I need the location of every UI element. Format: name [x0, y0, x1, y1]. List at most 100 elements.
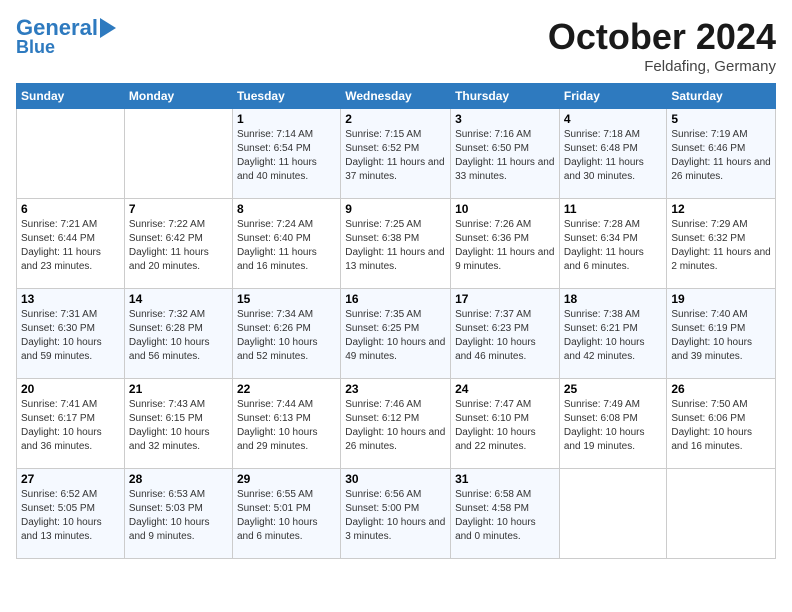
day-info: Sunrise: 7:25 AM Sunset: 6:38 PM Dayligh…: [345, 218, 446, 274]
calendar-cell: [667, 469, 776, 559]
calendar-cell: 15 Sunrise: 7:34 AM Sunset: 6:26 PM Dayli…: [232, 289, 340, 379]
day-number: 6: [21, 202, 120, 216]
day-info: Sunrise: 6:56 AM Sunset: 5:00 PM Dayligh…: [345, 488, 446, 544]
day-number: 29: [237, 472, 336, 486]
day-info: Sunrise: 7:19 AM Sunset: 6:46 PM Dayligh…: [671, 128, 771, 184]
day-number: 20: [21, 382, 120, 396]
calendar-cell: 8Sunrise: 7:24 AM Sunset: 6:40 PM Daylig…: [232, 199, 340, 289]
calendar-cell: 6 Sunrise: 7:21 AM Sunset: 6:44 PM Daylig…: [17, 199, 125, 289]
weekday-header-thursday: Thursday: [451, 84, 560, 109]
weekday-header-sunday: Sunday: [17, 84, 125, 109]
calendar-cell: 1 Sunrise: 7:14 AM Sunset: 6:54 PM Daylig…: [232, 109, 340, 199]
day-info: Sunrise: 7:37 AM Sunset: 6:23 PM Dayligh…: [455, 308, 555, 364]
day-number: 30: [345, 472, 446, 486]
day-info: Sunrise: 7:38 AM Sunset: 6:21 PM Dayligh…: [564, 308, 663, 364]
day-info: Sunrise: 7:46 AM Sunset: 6:12 PM Dayligh…: [345, 398, 446, 454]
calendar-cell: [17, 109, 125, 199]
weekday-header-wednesday: Wednesday: [341, 84, 451, 109]
day-number: 9: [345, 202, 446, 216]
day-info: Sunrise: 7:22 AM Sunset: 6:42 PM Dayligh…: [129, 218, 228, 274]
day-info: Sunrise: 7:31 AM Sunset: 6:30 PM Dayligh…: [21, 308, 120, 364]
calendar-cell: 28Sunrise: 6:53 AM Sunset: 5:03 PM Dayli…: [124, 469, 232, 559]
calendar-cell: 21 Sunrise: 7:43 AM Sunset: 6:15 PM Dayli…: [124, 379, 232, 469]
calendar-table: SundayMondayTuesdayWednesdayThursdayFrid…: [16, 83, 776, 559]
calendar-cell: [124, 109, 232, 199]
day-number: 23: [345, 382, 446, 396]
day-number: 2: [345, 112, 446, 126]
day-info: Sunrise: 7:49 AM Sunset: 6:08 PM Dayligh…: [564, 398, 663, 454]
day-number: 24: [455, 382, 555, 396]
calendar-cell: 5Sunrise: 7:19 AM Sunset: 6:46 PM Daylig…: [667, 109, 776, 199]
day-info: Sunrise: 7:34 AM Sunset: 6:26 PM Dayligh…: [237, 308, 336, 364]
calendar-cell: 23 Sunrise: 7:46 AM Sunset: 6:12 PM Dayli…: [341, 379, 451, 469]
day-info: Sunrise: 7:40 AM Sunset: 6:19 PM Dayligh…: [671, 308, 771, 364]
calendar-cell: 2 Sunrise: 7:15 AM Sunset: 6:52 PM Daylig…: [341, 109, 451, 199]
calendar-cell: 22 Sunrise: 7:44 AM Sunset: 6:13 PM Dayli…: [232, 379, 340, 469]
day-info: Sunrise: 7:47 AM Sunset: 6:10 PM Dayligh…: [455, 398, 555, 454]
day-number: 7: [129, 202, 228, 216]
page-header: General Blue October 2024 Feldafing, Ger…: [16, 16, 776, 75]
calendar-cell: 31Sunrise: 6:58 AM Sunset: 4:58 PM Dayli…: [451, 469, 560, 559]
day-info: Sunrise: 7:21 AM Sunset: 6:44 PM Dayligh…: [21, 218, 120, 274]
calendar-cell: 9 Sunrise: 7:25 AM Sunset: 6:38 PM Daylig…: [341, 199, 451, 289]
calendar-cell: 16 Sunrise: 7:35 AM Sunset: 6:25 PM Dayli…: [341, 289, 451, 379]
calendar-cell: 12Sunrise: 7:29 AM Sunset: 6:32 PM Dayli…: [667, 199, 776, 289]
calendar-cell: 19 Sunrise: 7:40 AM Sunset: 6:19 PM Dayli…: [667, 289, 776, 379]
day-number: 21: [129, 382, 228, 396]
day-number: 18: [564, 292, 663, 306]
day-info: Sunrise: 7:50 AM Sunset: 6:06 PM Dayligh…: [671, 398, 771, 454]
calendar-cell: 13 Sunrise: 7:31 AM Sunset: 6:30 PM Dayli…: [17, 289, 125, 379]
day-number: 22: [237, 382, 336, 396]
weekday-header-friday: Friday: [559, 84, 667, 109]
day-info: Sunrise: 7:43 AM Sunset: 6:15 PM Dayligh…: [129, 398, 228, 454]
day-number: 4: [564, 112, 663, 126]
day-info: Sunrise: 7:14 AM Sunset: 6:54 PM Dayligh…: [237, 128, 336, 184]
calendar-cell: 14 Sunrise: 7:32 AM Sunset: 6:28 PM Dayli…: [124, 289, 232, 379]
day-number: 1: [237, 112, 336, 126]
day-number: 11: [564, 202, 663, 216]
day-info: Sunrise: 7:15 AM Sunset: 6:52 PM Dayligh…: [345, 128, 446, 184]
calendar-cell: 18 Sunrise: 7:38 AM Sunset: 6:21 PM Dayli…: [559, 289, 667, 379]
day-number: 3: [455, 112, 555, 126]
calendar-cell: 24 Sunrise: 7:47 AM Sunset: 6:10 PM Dayli…: [451, 379, 560, 469]
calendar-cell: 7 Sunrise: 7:22 AM Sunset: 6:42 PM Daylig…: [124, 199, 232, 289]
logo: General Blue: [16, 16, 116, 58]
day-info: Sunrise: 7:26 AM Sunset: 6:36 PM Dayligh…: [455, 218, 555, 274]
day-number: 25: [564, 382, 663, 396]
logo-arrow-icon: [100, 18, 116, 38]
calendar-cell: 11 Sunrise: 7:28 AM Sunset: 6:34 PM Dayli…: [559, 199, 667, 289]
day-info: Sunrise: 7:41 AM Sunset: 6:17 PM Dayligh…: [21, 398, 120, 454]
day-info: Sunrise: 7:24 AM Sunset: 6:40 PM Dayligh…: [237, 218, 336, 274]
day-number: 26: [671, 382, 771, 396]
day-info: Sunrise: 7:35 AM Sunset: 6:25 PM Dayligh…: [345, 308, 446, 364]
day-info: Sunrise: 7:44 AM Sunset: 6:13 PM Dayligh…: [237, 398, 336, 454]
day-number: 28: [129, 472, 228, 486]
day-info: Sunrise: 6:55 AM Sunset: 5:01 PM Dayligh…: [237, 488, 336, 544]
day-number: 13: [21, 292, 120, 306]
day-number: 14: [129, 292, 228, 306]
day-info: Sunrise: 7:32 AM Sunset: 6:28 PM Dayligh…: [129, 308, 228, 364]
day-number: 16: [345, 292, 446, 306]
day-number: 15: [237, 292, 336, 306]
calendar-cell: [559, 469, 667, 559]
calendar-cell: 26 Sunrise: 7:50 AM Sunset: 6:06 PM Dayli…: [667, 379, 776, 469]
day-number: 19: [671, 292, 771, 306]
calendar-cell: 27 Sunrise: 6:52 AM Sunset: 5:05 PM Dayli…: [17, 469, 125, 559]
day-info: Sunrise: 7:16 AM Sunset: 6:50 PM Dayligh…: [455, 128, 555, 184]
day-number: 17: [455, 292, 555, 306]
calendar-cell: 25 Sunrise: 7:49 AM Sunset: 6:08 PM Dayli…: [559, 379, 667, 469]
calendar-cell: 4 Sunrise: 7:18 AM Sunset: 6:48 PM Daylig…: [559, 109, 667, 199]
day-info: Sunrise: 7:28 AM Sunset: 6:34 PM Dayligh…: [564, 218, 663, 274]
day-info: Sunrise: 7:18 AM Sunset: 6:48 PM Dayligh…: [564, 128, 663, 184]
day-info: Sunrise: 6:52 AM Sunset: 5:05 PM Dayligh…: [21, 488, 120, 544]
calendar-cell: 10Sunrise: 7:26 AM Sunset: 6:36 PM Dayli…: [451, 199, 560, 289]
logo-blue: Blue: [16, 38, 55, 58]
day-number: 27: [21, 472, 120, 486]
day-info: Sunrise: 6:58 AM Sunset: 4:58 PM Dayligh…: [455, 488, 555, 544]
calendar-cell: 17 Sunrise: 7:37 AM Sunset: 6:23 PM Dayli…: [451, 289, 560, 379]
location: Feldafing, Germany: [548, 58, 776, 75]
weekday-header-monday: Monday: [124, 84, 232, 109]
calendar-cell: 29 Sunrise: 6:55 AM Sunset: 5:01 PM Dayli…: [232, 469, 340, 559]
calendar-cell: 20 Sunrise: 7:41 AM Sunset: 6:17 PM Dayli…: [17, 379, 125, 469]
day-number: 12: [671, 202, 771, 216]
